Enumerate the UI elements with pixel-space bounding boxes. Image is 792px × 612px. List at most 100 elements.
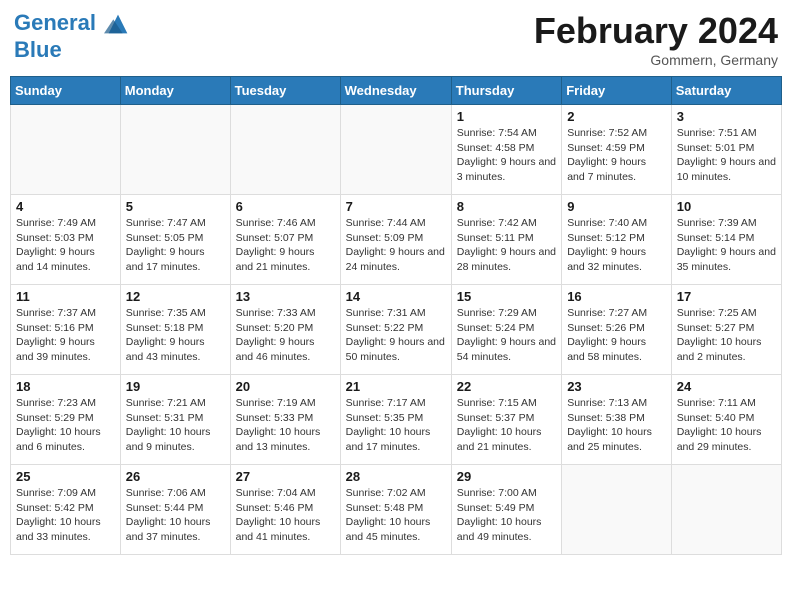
- calendar-cell: 17 Sunrise: 7:25 AM Sunset: 5:27 PM Dayli…: [671, 285, 781, 375]
- day-info: Sunrise: 7:42 AM Sunset: 5:11 PM Dayligh…: [457, 216, 556, 275]
- day-info: Sunrise: 7:09 AM Sunset: 5:42 PM Dayligh…: [16, 486, 115, 545]
- day-info: Sunrise: 7:52 AM Sunset: 4:59 PM Dayligh…: [567, 126, 666, 185]
- day-number: 8: [457, 199, 556, 214]
- location: Gommern, Germany: [534, 52, 778, 68]
- weekday-header: Thursday: [451, 77, 561, 105]
- day-info: Sunrise: 7:46 AM Sunset: 5:07 PM Dayligh…: [236, 216, 335, 275]
- day-number: 28: [346, 469, 446, 484]
- calendar-week-row: 1Sunrise: 7:54 AM Sunset: 4:58 PM Daylig…: [11, 105, 782, 195]
- calendar-cell: 8 Sunrise: 7:42 AM Sunset: 5:11 PM Daylig…: [451, 195, 561, 285]
- calendar-cell: 19 Sunrise: 7:21 AM Sunset: 5:31 PM Dayli…: [120, 375, 230, 465]
- day-number: 29: [457, 469, 556, 484]
- day-number: 9: [567, 199, 666, 214]
- calendar-cell: 20Sunrise: 7:19 AM Sunset: 5:33 PM Dayli…: [230, 375, 340, 465]
- day-info: Sunrise: 7:11 AM Sunset: 5:40 PM Dayligh…: [677, 396, 776, 455]
- calendar-cell: 29 Sunrise: 7:00 AM Sunset: 5:49 PM Dayli…: [451, 465, 561, 555]
- day-info: Sunrise: 7:49 AM Sunset: 5:03 PM Dayligh…: [16, 216, 115, 275]
- day-number: 19: [126, 379, 225, 394]
- calendar-cell: [11, 105, 121, 195]
- calendar-week-row: 11Sunrise: 7:37 AM Sunset: 5:16 PM Dayli…: [11, 285, 782, 375]
- day-number: 18: [16, 379, 115, 394]
- weekday-header: Wednesday: [340, 77, 451, 105]
- day-number: 5: [126, 199, 225, 214]
- calendar-cell: 6 Sunrise: 7:46 AM Sunset: 5:07 PM Daylig…: [230, 195, 340, 285]
- weekday-header: Monday: [120, 77, 230, 105]
- day-number: 15: [457, 289, 556, 304]
- day-number: 14: [346, 289, 446, 304]
- calendar-cell: 12Sunrise: 7:35 AM Sunset: 5:18 PM Dayli…: [120, 285, 230, 375]
- calendar-cell: 21 Sunrise: 7:17 AM Sunset: 5:35 PM Dayli…: [340, 375, 451, 465]
- calendar-cell: 13Sunrise: 7:33 AM Sunset: 5:20 PM Dayli…: [230, 285, 340, 375]
- calendar-cell: [671, 465, 781, 555]
- day-info: Sunrise: 7:51 AM Sunset: 5:01 PM Dayligh…: [677, 126, 776, 185]
- calendar-cell: 23 Sunrise: 7:13 AM Sunset: 5:38 PM Dayli…: [562, 375, 672, 465]
- day-info: Sunrise: 7:40 AM Sunset: 5:12 PM Dayligh…: [567, 216, 666, 275]
- day-info: Sunrise: 7:17 AM Sunset: 5:35 PM Dayligh…: [346, 396, 446, 455]
- calendar-cell: 16 Sunrise: 7:27 AM Sunset: 5:26 PM Dayli…: [562, 285, 672, 375]
- day-info: Sunrise: 7:54 AM Sunset: 4:58 PM Dayligh…: [457, 126, 556, 185]
- calendar-cell: 11Sunrise: 7:37 AM Sunset: 5:16 PM Dayli…: [11, 285, 121, 375]
- calendar-cell: [120, 105, 230, 195]
- day-info: Sunrise: 7:00 AM Sunset: 5:49 PM Dayligh…: [457, 486, 556, 545]
- day-info: Sunrise: 7:23 AM Sunset: 5:29 PM Dayligh…: [16, 396, 115, 455]
- calendar-cell: 7Sunrise: 7:44 AM Sunset: 5:09 PM Daylig…: [340, 195, 451, 285]
- day-info: Sunrise: 7:35 AM Sunset: 5:18 PM Dayligh…: [126, 306, 225, 365]
- calendar-week-row: 25 Sunrise: 7:09 AM Sunset: 5:42 PM Dayli…: [11, 465, 782, 555]
- day-number: 20: [236, 379, 335, 394]
- day-info: Sunrise: 7:15 AM Sunset: 5:37 PM Dayligh…: [457, 396, 556, 455]
- calendar-cell: 18 Sunrise: 7:23 AM Sunset: 5:29 PM Dayli…: [11, 375, 121, 465]
- logo-line2: Blue: [14, 37, 62, 62]
- day-number: 10: [677, 199, 776, 214]
- day-number: 6: [236, 199, 335, 214]
- calendar-week-row: 4 Sunrise: 7:49 AM Sunset: 5:03 PM Daylig…: [11, 195, 782, 285]
- calendar-cell: 22 Sunrise: 7:15 AM Sunset: 5:37 PM Dayli…: [451, 375, 561, 465]
- logo: General Blue: [14, 10, 132, 62]
- month-title: February 2024: [534, 10, 778, 52]
- day-number: 3: [677, 109, 776, 124]
- calendar-cell: 24Sunrise: 7:11 AM Sunset: 5:40 PM Dayli…: [671, 375, 781, 465]
- calendar-cell: 2 Sunrise: 7:52 AM Sunset: 4:59 PM Daylig…: [562, 105, 672, 195]
- weekday-header: Saturday: [671, 77, 781, 105]
- day-number: 26: [126, 469, 225, 484]
- day-info: Sunrise: 7:37 AM Sunset: 5:16 PM Dayligh…: [16, 306, 115, 365]
- day-number: 25: [16, 469, 115, 484]
- page-header: General Blue February 2024 Gommern, Germ…: [10, 10, 782, 68]
- day-info: Sunrise: 7:31 AM Sunset: 5:22 PM Dayligh…: [346, 306, 446, 365]
- day-info: Sunrise: 7:39 AM Sunset: 5:14 PM Dayligh…: [677, 216, 776, 275]
- day-number: 22: [457, 379, 556, 394]
- day-info: Sunrise: 7:27 AM Sunset: 5:26 PM Dayligh…: [567, 306, 666, 365]
- calendar-cell: [230, 105, 340, 195]
- day-info: Sunrise: 7:47 AM Sunset: 5:05 PM Dayligh…: [126, 216, 225, 275]
- title-area: February 2024 Gommern, Germany: [534, 10, 778, 68]
- day-info: Sunrise: 7:21 AM Sunset: 5:31 PM Dayligh…: [126, 396, 225, 455]
- calendar-cell: 5 Sunrise: 7:47 AM Sunset: 5:05 PM Daylig…: [120, 195, 230, 285]
- day-number: 2: [567, 109, 666, 124]
- day-info: Sunrise: 7:02 AM Sunset: 5:48 PM Dayligh…: [346, 486, 446, 545]
- calendar-cell: 15Sunrise: 7:29 AM Sunset: 5:24 PM Dayli…: [451, 285, 561, 375]
- day-info: Sunrise: 7:13 AM Sunset: 5:38 PM Dayligh…: [567, 396, 666, 455]
- calendar-cell: 3 Sunrise: 7:51 AM Sunset: 5:01 PM Daylig…: [671, 105, 781, 195]
- day-info: Sunrise: 7:33 AM Sunset: 5:20 PM Dayligh…: [236, 306, 335, 365]
- day-number: 21: [346, 379, 446, 394]
- calendar-cell: 25 Sunrise: 7:09 AM Sunset: 5:42 PM Dayli…: [11, 465, 121, 555]
- calendar-cell: 14 Sunrise: 7:31 AM Sunset: 5:22 PM Dayli…: [340, 285, 451, 375]
- day-number: 17: [677, 289, 776, 304]
- calendar-cell: [562, 465, 672, 555]
- day-number: 4: [16, 199, 115, 214]
- weekday-header-row: SundayMondayTuesdayWednesdayThursdayFrid…: [11, 77, 782, 105]
- calendar-cell: 28 Sunrise: 7:02 AM Sunset: 5:48 PM Dayli…: [340, 465, 451, 555]
- day-info: Sunrise: 7:06 AM Sunset: 5:44 PM Dayligh…: [126, 486, 225, 545]
- day-number: 23: [567, 379, 666, 394]
- calendar-cell: 1Sunrise: 7:54 AM Sunset: 4:58 PM Daylig…: [451, 105, 561, 195]
- calendar-cell: [340, 105, 451, 195]
- day-number: 27: [236, 469, 335, 484]
- calendar-cell: 26 Sunrise: 7:06 AM Sunset: 5:44 PM Dayli…: [120, 465, 230, 555]
- day-info: Sunrise: 7:25 AM Sunset: 5:27 PM Dayligh…: [677, 306, 776, 365]
- calendar-cell: 27Sunrise: 7:04 AM Sunset: 5:46 PM Dayli…: [230, 465, 340, 555]
- weekday-header: Tuesday: [230, 77, 340, 105]
- calendar-cell: 4 Sunrise: 7:49 AM Sunset: 5:03 PM Daylig…: [11, 195, 121, 285]
- day-number: 16: [567, 289, 666, 304]
- weekday-header: Sunday: [11, 77, 121, 105]
- calendar-table: SundayMondayTuesdayWednesdayThursdayFrid…: [10, 76, 782, 555]
- calendar-week-row: 18 Sunrise: 7:23 AM Sunset: 5:29 PM Dayli…: [11, 375, 782, 465]
